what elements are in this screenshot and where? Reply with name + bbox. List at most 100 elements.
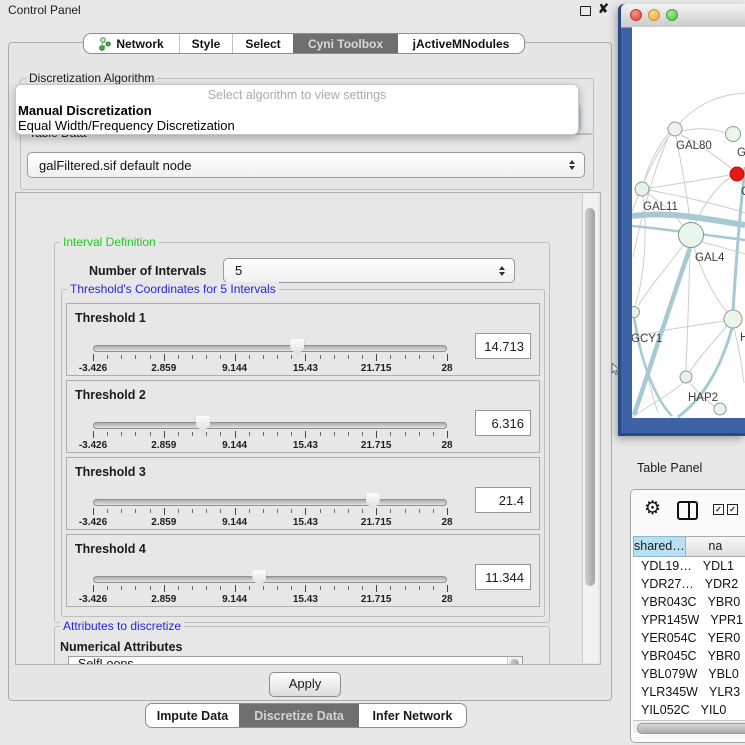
node-h[interactable] — [724, 310, 742, 328]
threshold-3-slider[interactable]: -3.4262.8599.14415.4321.71528 — [93, 491, 447, 529]
table-row[interactable]: YDR27…YDR2 — [633, 575, 745, 593]
tick-mark — [121, 509, 122, 513]
cell-name[interactable]: YER0 — [697, 629, 745, 647]
table-horizontal-scrollbar-thumb[interactable] — [637, 723, 745, 734]
gear-icon[interactable]: ⚙ — [644, 499, 661, 518]
tick-mark — [192, 509, 193, 513]
panel-scrollbar-thumb[interactable] — [585, 208, 595, 586]
tick-label-row: -3.4262.8599.14415.4321.71528 — [93, 440, 447, 451]
table-row[interactable]: YBL079WYBL0 — [633, 665, 745, 683]
cell-name[interactable]: YIL0 — [690, 701, 745, 719]
tick-mark — [150, 432, 151, 436]
column-header-shared-name[interactable]: shared… — [633, 536, 686, 557]
checkbox-icon[interactable]: ✓ — [727, 504, 738, 515]
node-red-selected[interactable] — [730, 167, 744, 181]
column-header-name[interactable]: na — [686, 536, 745, 557]
checkbox-icon[interactable]: ✓ — [713, 504, 724, 515]
numerical-attributes-list[interactable]: SelfLoops TopologicalCoefficient Between… — [68, 656, 523, 665]
close-traffic-light-icon[interactable] — [630, 9, 642, 21]
tab-impute-data[interactable]: Impute Data — [146, 704, 239, 727]
tick-mark — [405, 355, 406, 359]
node-top-right[interactable] — [726, 127, 741, 142]
node-gcy1[interactable] — [632, 307, 640, 318]
list-item[interactable]: SelfLoops — [69, 657, 522, 665]
cell-shared-name[interactable]: YPR145W — [633, 611, 699, 629]
network-canvas[interactable]: GAL80 GA C GAL11 GAL4 GCY1 H HAP2 — [632, 27, 745, 418]
cell-shared-name[interactable]: YIL052C — [633, 701, 690, 719]
threshold-2-value-field[interactable]: 6.316 — [475, 410, 531, 436]
cell-name[interactable]: YLR3 — [698, 683, 745, 701]
dropdown-hint-item[interactable]: Select algorithm to view settings — [16, 88, 578, 102]
table-row[interactable]: YLR345WYLR3 — [633, 683, 745, 701]
table-row[interactable]: YPR145WYPR1 — [633, 611, 745, 629]
node-hap2[interactable] — [680, 371, 692, 383]
threshold-4-slider[interactable]: -3.4262.8599.14415.4321.71528 — [93, 568, 447, 606]
tick-label: 21.715 — [361, 517, 392, 528]
tick-mark — [263, 355, 264, 359]
threshold-3-value-field[interactable]: 21.4 — [475, 487, 531, 513]
list-scrollbar[interactable] — [507, 657, 522, 665]
table-row[interactable]: YBR043CYBR0 — [633, 593, 745, 611]
node-gal80[interactable] — [668, 122, 682, 136]
tab-cyni-toolbox[interactable]: Cyni Toolbox — [293, 34, 398, 53]
table-row[interactable]: YER054CYER0 — [633, 629, 745, 647]
control-panel-titlebar: Control Panel ✘ — [0, 0, 618, 20]
tick-mark — [150, 509, 151, 513]
tab-style[interactable]: Style — [179, 34, 232, 53]
table-horizontal-scrollbar[interactable] — [633, 720, 745, 733]
cell-shared-name[interactable]: YDR27… — [633, 575, 694, 593]
cell-name[interactable]: YPR1 — [699, 611, 745, 629]
threshold-4-value-field[interactable]: 11.344 — [475, 564, 531, 590]
cell-name[interactable]: YDL1 — [692, 557, 745, 575]
table-row[interactable]: YIL052CYIL0 — [633, 701, 745, 719]
close-icon[interactable]: ✘ — [598, 1, 609, 17]
table-row[interactable]: YDL19…YDL1 — [633, 557, 745, 575]
split-columns-icon[interactable] — [677, 501, 698, 520]
threshold-4-panel: Threshold 4 -3.4262.8599.14415.4321.7152… — [66, 534, 540, 607]
dropdown-option-manual-discretization[interactable]: Manual Discretization — [18, 103, 152, 118]
table-data-combobox[interactable]: galFiltered.sif default node — [27, 152, 585, 178]
float-window-icon[interactable] — [580, 6, 591, 16]
node-gal11[interactable] — [635, 182, 649, 196]
tab-select[interactable]: Select — [232, 34, 293, 53]
tick-label: 2.859 — [151, 517, 176, 528]
cell-name[interactable]: YDR2 — [694, 575, 745, 593]
threshold-1-slider[interactable]: -3.4262.8599.14415.4321.71528 — [93, 337, 447, 375]
tick-mark — [263, 586, 264, 590]
tick-mark — [334, 509, 335, 513]
threshold-1-value-field[interactable]: 14.713 — [475, 333, 531, 359]
cell-shared-name[interactable]: YLR345W — [633, 683, 698, 701]
tab-jactivemnodules[interactable]: jActiveMNodules — [398, 34, 524, 53]
tab-network[interactable]: Network — [84, 34, 179, 53]
cell-name[interactable]: YBR0 — [697, 593, 745, 611]
tab-infer-network[interactable]: Infer Network — [359, 704, 466, 727]
cell-name[interactable]: YBL0 — [697, 665, 745, 683]
zoom-traffic-light-icon[interactable] — [666, 9, 678, 21]
tick-label: 28 — [441, 363, 452, 374]
cell-shared-name[interactable]: YBR045C — [633, 647, 697, 665]
panel-scrollbar[interactable] — [582, 194, 598, 663]
tab-discretize-data[interactable]: Discretize Data — [239, 704, 359, 727]
threshold-2-slider[interactable]: -3.4262.8599.14415.4321.71528 — [93, 414, 447, 452]
tick-label: 2.859 — [151, 363, 176, 374]
tick-mark — [334, 432, 335, 436]
network-window-titlebar[interactable] — [621, 4, 745, 28]
table-row[interactable]: YBR045CYBR0 — [633, 647, 745, 665]
node-label-hap2: HAP2 — [688, 392, 718, 404]
node-bottom-partial[interactable] — [714, 403, 726, 415]
list-scrollbar-thumb[interactable] — [510, 659, 519, 665]
minimize-traffic-light-icon[interactable] — [648, 9, 660, 21]
cell-shared-name[interactable]: YBL079W — [633, 665, 697, 683]
control-panel-body: Discretization Algorithm Table Data galF… — [8, 42, 612, 701]
dropdown-option-equal-width[interactable]: Equal Width/Frequency Discretization — [18, 118, 235, 133]
cell-shared-name[interactable]: YBR043C — [633, 593, 697, 611]
number-of-intervals-combobox[interactable]: 5 — [223, 258, 515, 283]
node-gal4[interactable] — [679, 223, 704, 248]
tick-mark — [291, 509, 292, 513]
cell-name[interactable]: YBR0 — [697, 647, 745, 665]
cell-shared-name[interactable]: YER054C — [633, 629, 697, 647]
apply-button[interactable]: Apply — [269, 672, 341, 697]
cell-shared-name[interactable]: YDL19… — [633, 557, 692, 575]
tick-mark — [107, 355, 108, 359]
tab-impute-data-label: Impute Data — [157, 709, 229, 723]
